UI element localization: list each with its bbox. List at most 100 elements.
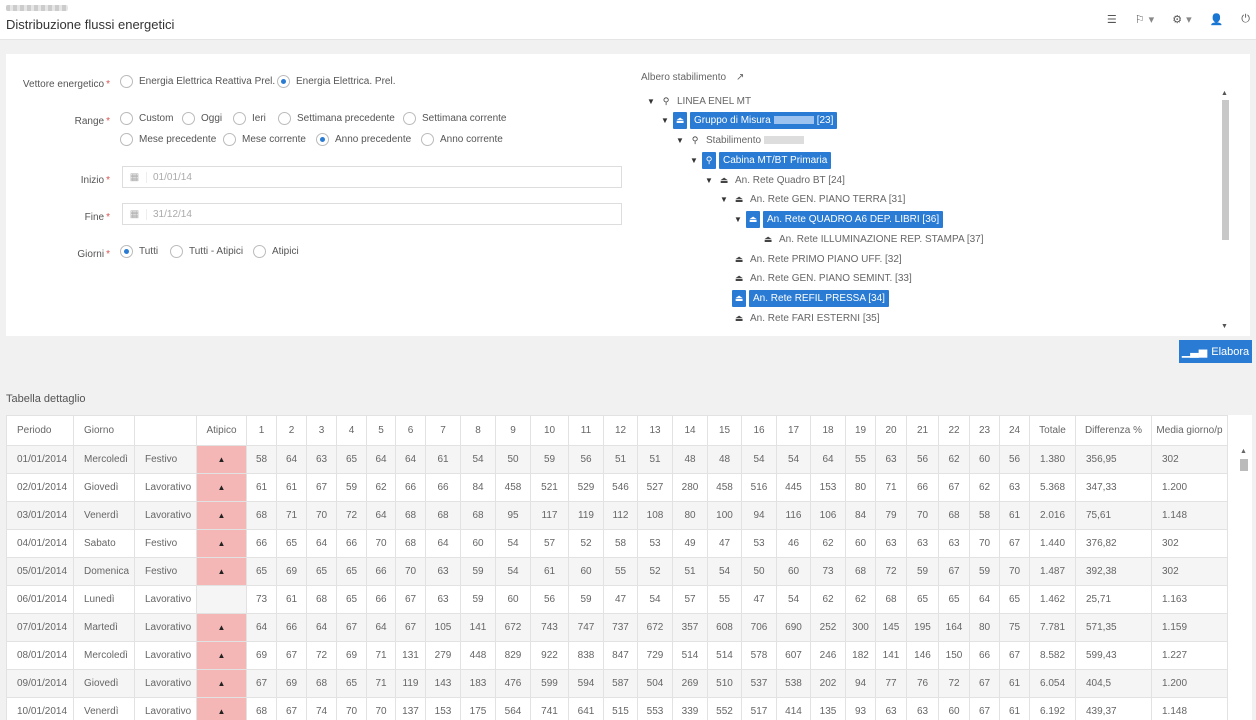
cell-hour: 65	[336, 557, 367, 586]
column-header[interactable]: 6	[395, 415, 426, 446]
cell-hour: 458	[495, 473, 531, 502]
cell-hour: 67	[938, 557, 970, 586]
tree-node[interactable]: ⏏ An. Rete REFIL PRESSA [34]	[732, 289, 889, 307]
caret-down-icon[interactable]: ▼	[690, 156, 702, 165]
cell-hour: 106	[810, 501, 846, 530]
caret-down-icon[interactable]: ▼	[720, 195, 732, 204]
cell-hour: 64	[425, 529, 461, 558]
cell-giorno: Giovedì	[73, 669, 135, 698]
caret-down-icon[interactable]: ▼	[647, 97, 659, 106]
cell-hour: 66	[246, 529, 277, 558]
column-header[interactable]: Differenza %	[1075, 415, 1152, 446]
column-header[interactable]: 18	[810, 415, 846, 446]
cell-hour: 70	[366, 697, 396, 720]
column-header[interactable]: 3	[306, 415, 337, 446]
radio-range-ieri[interactable]: Ieri	[233, 112, 266, 125]
radio-vettore-elettrica[interactable]: Energia Elettrica. Prel.	[277, 75, 396, 88]
radio-giorni-atipici[interactable]: Atipici	[253, 245, 299, 258]
column-header[interactable]: 22	[938, 415, 970, 446]
scroll-down-icon[interactable]: ▼	[1221, 323, 1228, 330]
user-icon[interactable]: 👤	[1210, 13, 1224, 26]
column-header[interactable]: Periodo	[6, 415, 74, 446]
column-header[interactable]: 19	[845, 415, 876, 446]
column-header[interactable]: 5	[366, 415, 396, 446]
column-header[interactable]: Giorno	[73, 415, 135, 446]
column-header[interactable]: 11	[568, 415, 604, 446]
tree-node[interactable]: ▼ ⏏ An. Rete GEN. PIANO TERRA [31]	[720, 190, 909, 208]
column-header[interactable]: 23	[969, 415, 1000, 446]
column-header[interactable]: 20	[875, 415, 907, 446]
column-header[interactable]: 16	[741, 415, 777, 446]
column-header[interactable]: 7	[425, 415, 461, 446]
column-header[interactable]: 14	[672, 415, 708, 446]
tree-node[interactable]: ▼ ⚲ LINEA ENEL MT	[647, 92, 755, 110]
table-scrollbar[interactable]: ▲	[1238, 445, 1250, 720]
cell-giorno: Venerdì	[73, 697, 135, 720]
scroll-up-icon[interactable]: ▲	[1240, 448, 1247, 455]
tree-node[interactable]: ⏏ An. Rete FARI ESTERNI [35]	[732, 309, 884, 327]
cell-hour: 67	[276, 697, 307, 720]
column-header[interactable]	[134, 415, 197, 446]
column-header[interactable]: 4	[336, 415, 367, 446]
cell-hour: 153	[425, 697, 461, 720]
radio-range-custom[interactable]: Custom	[120, 112, 173, 125]
caret-up-icon: ▲	[217, 455, 226, 464]
tree-scrollbar[interactable]: ▲ ▼	[1220, 90, 1230, 330]
column-header[interactable]: 21	[906, 415, 939, 446]
caret-down-icon[interactable]: ▼	[705, 176, 717, 185]
column-header[interactable]: 1	[246, 415, 277, 446]
cell-hour: 71	[366, 669, 396, 698]
tree-node[interactable]: ▼ ⚲ Cabina MT/BT Primaria	[690, 151, 832, 169]
elabora-button[interactable]: ▁▃▅ Elabora	[1179, 340, 1252, 363]
tree-node[interactable]: ▼ ⏏ An. Rete Quadro BT [24]	[705, 171, 849, 189]
column-header[interactable]: Atipico	[196, 415, 247, 446]
radio-range-settimana-corrente[interactable]: Settimana corrente	[403, 112, 507, 125]
column-header[interactable]: 24	[999, 415, 1030, 446]
cell-hour: 594	[568, 669, 604, 698]
radio-range-settimana-precedente[interactable]: Settimana precedente	[278, 112, 395, 125]
cell-hour: 51	[603, 445, 638, 474]
list-icon[interactable]: ☰	[1107, 13, 1117, 26]
caret-down-icon[interactable]: ▼	[734, 215, 746, 224]
caret-down-icon[interactable]: ▼	[676, 136, 688, 145]
tree-node[interactable]: ▼ ⚲ Stabilimento	[676, 131, 811, 149]
caret-down-icon[interactable]: ▼	[661, 116, 673, 125]
cell-hour: 61	[530, 557, 569, 586]
map-marker-icon: ⚲	[702, 151, 716, 169]
inizio-date-field[interactable]: ▦ 01/01/14	[122, 166, 622, 188]
radio-giorni-tutti[interactable]: Tutti	[120, 245, 158, 258]
column-header[interactable]: 9	[495, 415, 531, 446]
tree-node[interactable]: ▼ ⏏ Gruppo di Misura [23]	[661, 111, 838, 129]
cell-hour: 52	[637, 557, 673, 586]
column-header[interactable]: 8	[460, 415, 496, 446]
column-header[interactable]: Media giorno/p	[1151, 415, 1228, 446]
radio-range-mese-precedente[interactable]: Mese precedente	[120, 133, 216, 146]
column-header[interactable]: 2	[276, 415, 307, 446]
column-header[interactable]: 13	[637, 415, 673, 446]
column-header[interactable]: Totale	[1029, 415, 1076, 446]
tree-node[interactable]: ⏏ An. Rete PRIMO PIANO UFF. [32]	[732, 250, 906, 268]
radio-range-oggi[interactable]: Oggi	[182, 112, 222, 125]
radio-vettore-reattiva[interactable]: Energia Elettrica Reattiva Prel.	[120, 75, 275, 88]
cell-hour: 64	[306, 613, 337, 642]
tree-scroll-thumb[interactable]	[1222, 100, 1229, 240]
radio-range-anno-precedente[interactable]: Anno precedente	[316, 133, 411, 146]
settings-menu[interactable]: ⚙ ▾	[1172, 13, 1191, 26]
table-scroll-thumb[interactable]	[1240, 459, 1248, 471]
chevron-down-icon: ▾	[1148, 14, 1155, 26]
column-header[interactable]: 15	[707, 415, 742, 446]
scroll-up-icon[interactable]: ▲	[1221, 90, 1228, 97]
column-header[interactable]: 12	[603, 415, 638, 446]
power-icon[interactable]: ⏻	[1241, 13, 1250, 26]
column-header[interactable]: 10	[530, 415, 569, 446]
fine-date-field[interactable]: ▦ 31/12/14	[122, 203, 622, 225]
tree-node[interactable]: ▼ ⏏ An. Rete QUADRO A6 DEP. LIBRI [36]	[734, 210, 944, 228]
column-header[interactable]: 17	[776, 415, 811, 446]
external-link-icon[interactable]: ↗	[736, 72, 744, 83]
radio-range-mese-corrente[interactable]: Mese corrente	[223, 133, 306, 146]
radio-range-anno-corrente[interactable]: Anno corrente	[421, 133, 503, 146]
flag-menu[interactable]: ⚐ ▾	[1135, 13, 1154, 26]
tree-node[interactable]: ⏏ An. Rete ILLUMINAZIONE REP. STAMPA [37]	[761, 230, 988, 248]
radio-giorni-tutti-atipici[interactable]: Tutti - Atipici	[170, 245, 243, 258]
tree-node[interactable]: ⏏ An. Rete GEN. PIANO SEMINT. [33]	[732, 269, 916, 287]
